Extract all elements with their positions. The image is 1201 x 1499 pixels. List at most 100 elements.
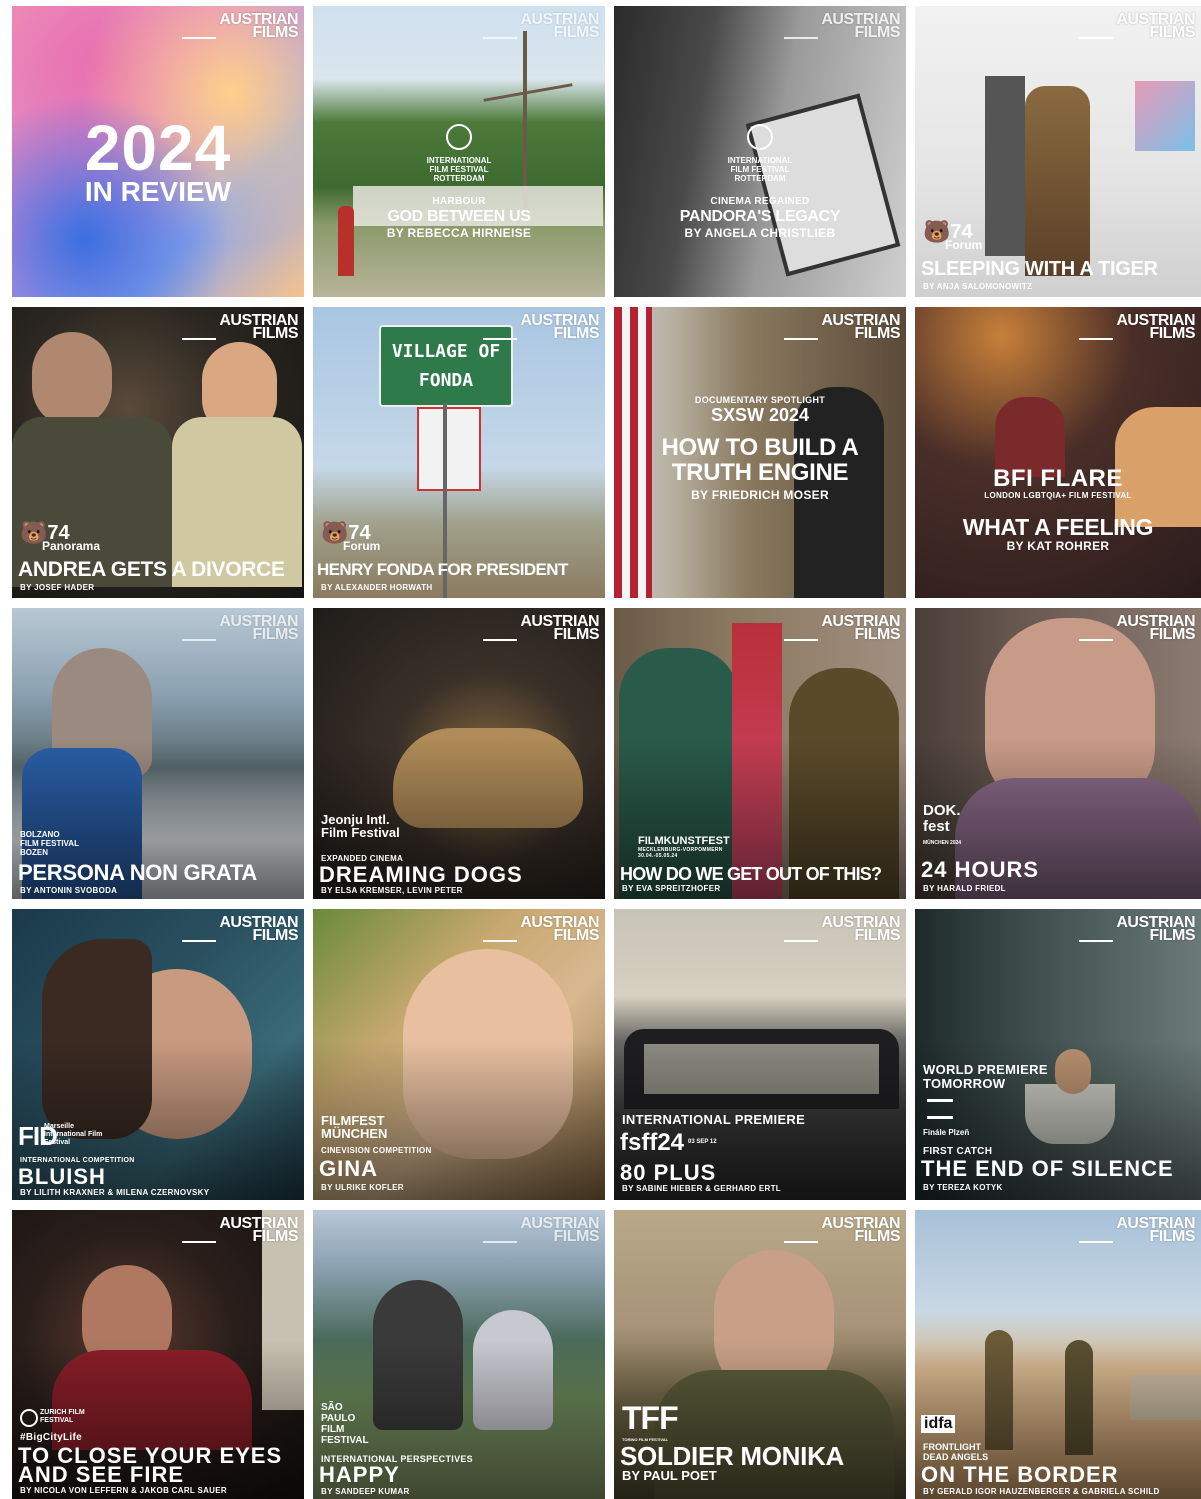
film-credit: BY ELSA KREMSER, LEVIN PETER bbox=[321, 886, 463, 895]
film-title: PANDORA'S LEGACY bbox=[679, 208, 841, 225]
filmfest-muenchen-logo: FILMFEST MÜNCHEN bbox=[321, 1113, 388, 1141]
zurich-film-festival-logo: ZURICH FILM FESTIVAL bbox=[40, 1409, 85, 1424]
tile-to-close-your-eyes-and-see-fire[interactable]: AUSTRIAN FILMS ZURICH FILM FESTIVAL #BigC… bbox=[12, 1210, 304, 1499]
tile-henry-fonda-for-president[interactable]: VILLAGE OF FONDA AUSTRIAN FILMS 🐻74 Forum … bbox=[313, 307, 605, 598]
tile-soldier-monika[interactable]: AUSTRIAN FILMS TFF TORINO FILM FESTIVAL S… bbox=[614, 1210, 906, 1499]
tile-what-a-feeling[interactable]: AUSTRIAN FILMS BFI FLARE LONDON LGBTQIA+ … bbox=[915, 307, 1201, 598]
austrian-films-logo: AUSTRIAN FILMS bbox=[1079, 11, 1195, 41]
berlinale-logo: 🐻74 Panorama bbox=[20, 520, 101, 554]
austrian-films-logo: AUSTRIAN FILMS bbox=[182, 312, 298, 342]
film-credit: BY PAUL POET bbox=[622, 1468, 717, 1483]
tile-gina[interactable]: AUSTRIAN FILMS FILMFEST MÜNCHEN CINEVISIO… bbox=[313, 909, 605, 1200]
section-label: HARBOUR bbox=[432, 196, 486, 207]
film-title: GINA bbox=[319, 1156, 378, 1181]
tile-bluish[interactable]: AUSTRIAN FILMS FID Marseille Internationa… bbox=[12, 909, 304, 1200]
film-credit: BY REBECCA HIRNEISE bbox=[386, 226, 532, 240]
finale-plzen-logo: Finále Plzeň bbox=[923, 1128, 970, 1137]
tile-on-the-border[interactable]: AUSTRIAN FILMS idfa FRONTLIGHT DEAD ANGEL… bbox=[915, 1210, 1201, 1499]
film-credit: BY SANDEEP KUMAR bbox=[321, 1487, 410, 1496]
section-label: INTERNATIONAL COMPETITION bbox=[20, 1157, 135, 1164]
film-grid: AUSTRIAN FILMS 2024 IN REVIEW AUSTRIAN FIL… bbox=[0, 0, 1201, 1499]
festival-subtitle: MECKLENBURG-VORPOMMERN 30.04.-05.05.24 bbox=[638, 847, 723, 859]
tiger-icon bbox=[747, 124, 773, 150]
film-title: GOD BETWEEN US bbox=[387, 208, 531, 225]
festival-subtitle: Marseille International Film Festival bbox=[44, 1123, 103, 1146]
review-heading: 2024 IN REVIEW bbox=[12, 112, 304, 207]
film-credit: BY LILITH KRAXNER & MILENA CZERNOVSKY bbox=[20, 1188, 210, 1197]
tile-persona-non-grata[interactable]: AUSTRIAN FILMS BOLZANO FILM FESTIVAL BOZE… bbox=[12, 608, 304, 899]
section-label: #BigCityLife bbox=[20, 1432, 82, 1443]
review-subtitle: IN REVIEW bbox=[84, 176, 232, 207]
film-title: SLEEPING WITH A TIGER bbox=[921, 258, 1158, 280]
festival-subtitle: 03 SEP 12 bbox=[688, 1139, 717, 1145]
film-title: ON THE BORDER bbox=[921, 1462, 1119, 1487]
dok-fest-logo: DOK. fest bbox=[923, 802, 961, 835]
rotterdam-logo: INTERNATIONAL FILM FESTIVAL ROTTERDAM bbox=[724, 124, 796, 183]
bolzano-logo: BOLZANO FILM FESTIVAL BOZEN bbox=[20, 830, 79, 857]
austrian-films-logo: AUSTRIAN FILMS bbox=[784, 312, 900, 342]
festival-subtitle: MÜNCHEN 2024 bbox=[923, 840, 962, 846]
film-credit: BY ANJA SALOMONOWITZ bbox=[923, 282, 1033, 291]
tiger-icon bbox=[446, 124, 472, 150]
film-title: ANDREA GETS A DIVORCE bbox=[18, 558, 285, 581]
tile-god-between-us[interactable]: AUSTRIAN FILMS INTERNATIONAL FILM FESTIVA… bbox=[313, 6, 605, 297]
film-credit: BY TEREZA KOTYK bbox=[923, 1183, 1003, 1192]
tile-dreaming-dogs[interactable]: AUSTRIAN FILMS Jeonju Intl. Film Festival… bbox=[313, 608, 605, 899]
film-title: PERSONA NON GRATA bbox=[18, 860, 257, 885]
austrian-films-logo: AUSTRIAN FILMS bbox=[483, 1215, 599, 1245]
film-title: BLUISH bbox=[18, 1164, 106, 1189]
film-credit: BY HARALD FRIEDL bbox=[923, 884, 1006, 893]
premiere-label: WORLD PREMIERE bbox=[923, 1062, 1048, 1077]
austrian-films-logo: AUSTRIAN FILMS bbox=[784, 1215, 900, 1245]
austrian-films-logo: AUSTRIAN FILMS bbox=[784, 613, 900, 643]
zurich-eye-icon bbox=[20, 1409, 38, 1427]
berlinale-logo: 🐻74 Forum bbox=[321, 520, 381, 554]
tile-how-do-we-get-out-of-this[interactable]: AUSTRIAN FILMS FILMKUNSTFEST MECKLENBURG-… bbox=[614, 608, 906, 899]
austrian-films-logo: AUSTRIAN FILMS bbox=[483, 11, 599, 41]
austrian-films-logo: AUSTRIAN FILMS bbox=[182, 613, 298, 643]
austrian-films-logo: AUSTRIAN FILMS bbox=[784, 11, 900, 41]
austrian-films-logo: AUSTRIAN FILMS bbox=[1079, 613, 1195, 643]
bfi-flare-logo: BFI FLARE bbox=[993, 465, 1123, 492]
film-title: SOLDIER MONIKA bbox=[620, 1441, 845, 1471]
sao-paulo-logo: SÃO PAULO FILM FESTIVAL bbox=[321, 1402, 369, 1446]
austrian-films-logo: AUSTRIAN FILMS bbox=[1079, 1215, 1195, 1245]
festival-subtitle: LONDON LGBTQIA+ FILM FESTIVAL bbox=[984, 491, 1132, 500]
film-title: DREAMING DOGS bbox=[319, 862, 523, 887]
film-title: 24 HOURS bbox=[921, 857, 1040, 882]
section-label: CINEVISION COMPETITION bbox=[321, 1146, 432, 1155]
tile-how-to-build-a-truth-engine[interactable]: AUSTRIAN FILMS DOCUMENTARY SPOTLIGHT SXSW… bbox=[614, 307, 906, 598]
austrian-films-logo: AUSTRIAN FILMS bbox=[483, 914, 599, 944]
tff-logo: TFF bbox=[622, 1400, 679, 1436]
film-credit: BY ANTONIN SVOBODA bbox=[20, 886, 118, 895]
tile-pandoras-legacy[interactable]: AUSTRIAN FILMS INTERNATIONAL FILM FESTIVA… bbox=[614, 6, 906, 297]
tile-happy[interactable]: AUSTRIAN FILMS SÃO PAULO FILM FESTIVAL IN… bbox=[313, 1210, 605, 1499]
rotterdam-logo: INTERNATIONAL FILM FESTIVAL ROTTERDAM bbox=[423, 124, 495, 183]
tile-80-plus[interactable]: AUSTRIAN FILMS INTERNATIONAL PREMIERE fsf… bbox=[614, 909, 906, 1200]
tile-andrea-gets-a-divorce[interactable]: AUSTRIAN FILMS 🐻74 Panorama ANDREA GETS A … bbox=[12, 307, 304, 598]
section-label: CINEMA REGAINED bbox=[710, 196, 810, 207]
austrian-films-logo: AUSTRIAN FILMS bbox=[483, 613, 599, 643]
fsff-logo: fsff24 bbox=[620, 1129, 685, 1156]
jeonju-logo: Jeonju Intl. Film Festival bbox=[321, 812, 400, 840]
film-credit: BY ALEXANDER HORWATH bbox=[321, 583, 433, 592]
film-credit: BY JOSEF HADER bbox=[20, 583, 95, 592]
film-title: HOW TO BUILD A TRUTH ENGINE bbox=[661, 434, 859, 486]
review-year: 2024 bbox=[84, 112, 232, 184]
film-credit: BY ULRIKE KOFLER bbox=[321, 1183, 404, 1192]
austrian-films-logo: AUSTRIAN FILMS bbox=[182, 11, 298, 41]
tile-24-hours[interactable]: AUSTRIAN FILMS DOK. fest MÜNCHEN 2024 24 … bbox=[915, 608, 1201, 899]
tile-2024-in-review[interactable]: AUSTRIAN FILMS 2024 IN REVIEW bbox=[12, 6, 304, 297]
tile-the-end-of-silence[interactable]: AUSTRIAN FILMS WORLD PREMIERE TOMORROW Fi… bbox=[915, 909, 1201, 1200]
austrian-films-logo: AUSTRIAN FILMS bbox=[483, 312, 599, 342]
film-title: WHAT A FEELING bbox=[962, 514, 1154, 540]
idfa-logo: idfa bbox=[921, 1415, 956, 1433]
film-credit: BY ANGELA CHRISTLIEB bbox=[684, 226, 836, 240]
film-credit: BY EVA SPREITZHOFER bbox=[622, 884, 721, 893]
austrian-films-logo: AUSTRIAN FILMS bbox=[182, 1215, 298, 1245]
film-credit: BY KAT ROHRER bbox=[1006, 539, 1110, 553]
section-label: FRONTLIGHT DEAD ANGELS bbox=[923, 1442, 989, 1462]
premiere-label-2: TOMORROW bbox=[923, 1076, 1006, 1091]
tile-sleeping-with-a-tiger[interactable]: AUSTRIAN FILMS 🐻74 Forum SLEEPING WITH A T… bbox=[915, 6, 1201, 297]
film-title: 80 PLUS bbox=[620, 1160, 717, 1185]
